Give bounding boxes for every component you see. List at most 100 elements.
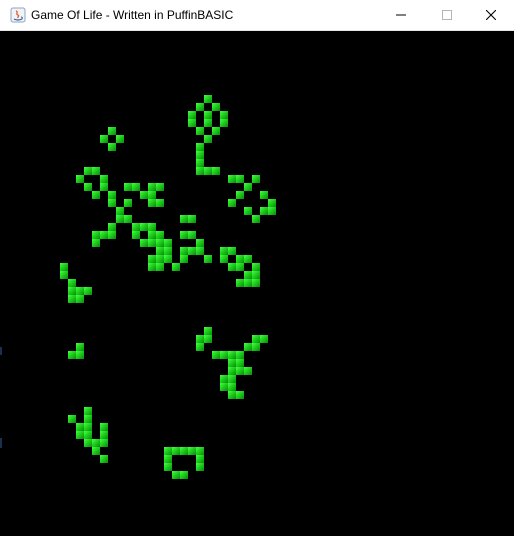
live-cell [92, 191, 100, 199]
live-cell [188, 119, 196, 127]
live-cell [84, 167, 92, 175]
live-cell [260, 191, 268, 199]
live-cell [244, 207, 252, 215]
live-cell [148, 191, 156, 199]
live-cell [124, 199, 132, 207]
live-cell [236, 175, 244, 183]
live-cell [228, 199, 236, 207]
live-cell [76, 175, 84, 183]
live-cell [268, 199, 276, 207]
live-cell [252, 215, 260, 223]
live-cell [164, 447, 172, 455]
live-cell [228, 383, 236, 391]
live-cell [148, 255, 156, 263]
live-cell [220, 247, 228, 255]
live-cell [116, 135, 124, 143]
live-cell [188, 215, 196, 223]
window-edge-mark [0, 438, 2, 448]
live-cell [252, 343, 260, 351]
live-cell [164, 463, 172, 471]
live-cell [140, 191, 148, 199]
close-button[interactable] [468, 0, 514, 30]
live-cell [172, 263, 180, 271]
live-cell [156, 231, 164, 239]
live-cell [236, 391, 244, 399]
live-cell [76, 351, 84, 359]
live-cell [116, 215, 124, 223]
live-cell [116, 207, 124, 215]
live-cell [108, 127, 116, 135]
live-cell [228, 367, 236, 375]
live-cell [108, 199, 116, 207]
live-cell [204, 135, 212, 143]
live-cell [92, 167, 100, 175]
live-cell [172, 471, 180, 479]
live-cell [124, 215, 132, 223]
maximize-button[interactable] [424, 0, 470, 30]
live-cell [84, 415, 92, 423]
live-cell [68, 279, 76, 287]
live-cell [196, 455, 204, 463]
live-cell [156, 247, 164, 255]
live-cell [132, 223, 140, 231]
live-cell [196, 143, 204, 151]
live-cell [188, 231, 196, 239]
live-cell [156, 199, 164, 207]
live-cell [196, 463, 204, 471]
live-cell [244, 183, 252, 191]
live-cell [180, 447, 188, 455]
live-cell [148, 199, 156, 207]
live-cell [92, 439, 100, 447]
title-bar[interactable]: Game Of Life - Written in PuffinBASIC [0, 0, 514, 31]
live-cell [252, 263, 260, 271]
live-cell [84, 183, 92, 191]
live-cell [236, 191, 244, 199]
live-cell [196, 335, 204, 343]
live-cell [188, 247, 196, 255]
live-cell [204, 327, 212, 335]
live-cell [244, 279, 252, 287]
live-cell [164, 247, 172, 255]
live-cell [220, 375, 228, 383]
live-cell [84, 423, 92, 431]
live-cell [180, 247, 188, 255]
live-cell [68, 351, 76, 359]
live-cell [228, 247, 236, 255]
live-cell [228, 263, 236, 271]
live-cell [76, 423, 84, 431]
live-cell [148, 239, 156, 247]
live-cell [164, 239, 172, 247]
live-cell [244, 343, 252, 351]
live-cell [196, 247, 204, 255]
live-cell [204, 167, 212, 175]
live-cell [252, 271, 260, 279]
live-cell [148, 231, 156, 239]
live-cell [220, 119, 228, 127]
live-cell [84, 431, 92, 439]
live-cell [196, 239, 204, 247]
live-cell [180, 255, 188, 263]
live-cell [148, 183, 156, 191]
live-cell [236, 351, 244, 359]
live-cell [108, 191, 116, 199]
live-cell [244, 271, 252, 279]
live-cell [220, 351, 228, 359]
live-cell [260, 207, 268, 215]
live-cell [108, 223, 116, 231]
live-cell [196, 167, 204, 175]
live-cell [156, 183, 164, 191]
live-cell [228, 175, 236, 183]
live-cell [236, 367, 244, 375]
close-icon [486, 10, 496, 20]
live-cell [268, 207, 276, 215]
live-cell [156, 239, 164, 247]
live-cell [252, 175, 260, 183]
live-cell [100, 231, 108, 239]
minimize-button[interactable] [378, 0, 424, 30]
live-cell [68, 287, 76, 295]
live-cell [60, 263, 68, 271]
minimize-icon [396, 14, 406, 16]
live-cell [148, 263, 156, 271]
live-cell [164, 255, 172, 263]
java-app-icon [10, 7, 26, 23]
